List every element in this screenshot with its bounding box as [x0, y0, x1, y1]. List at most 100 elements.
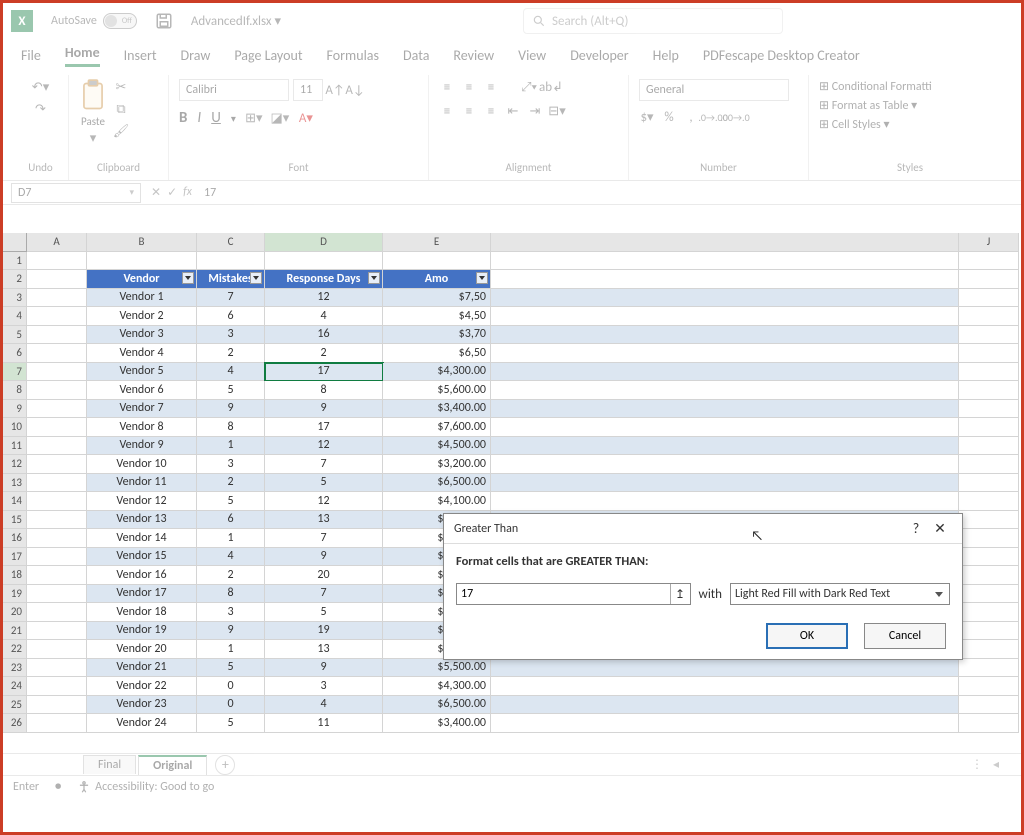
filter-icon[interactable] — [182, 272, 194, 284]
row-header[interactable]: 26 — [3, 714, 27, 733]
cell[interactable] — [27, 548, 87, 567]
filename[interactable]: AdvancedIf.xlsx ▾ — [191, 14, 281, 29]
help-icon[interactable]: ? — [904, 520, 928, 537]
cell[interactable] — [491, 381, 959, 400]
cell-mistakes[interactable]: 1 — [197, 529, 265, 548]
cell-vendor[interactable]: Vendor 24 — [87, 714, 197, 733]
sheet-tab-original[interactable]: Original — [138, 755, 207, 775]
redo-icon[interactable]: ↷ — [33, 101, 49, 117]
row-header[interactable]: 13 — [3, 474, 27, 493]
cell-response-days[interactable]: 4 — [265, 696, 383, 715]
cell-mistakes[interactable]: 3 — [197, 455, 265, 474]
cell-mistakes[interactable]: 7 — [197, 289, 265, 308]
cell[interactable] — [27, 270, 87, 289]
cell-vendor[interactable]: Vendor 22 — [87, 677, 197, 696]
cell[interactable] — [27, 659, 87, 678]
table-header-vendor[interactable]: Vendor — [87, 270, 197, 289]
cell-response-days[interactable]: 9 — [265, 548, 383, 567]
bold-button[interactable]: B — [179, 109, 187, 127]
paste-label[interactable]: Paste — [81, 115, 105, 128]
cell-response-days[interactable]: 19 — [265, 622, 383, 641]
orientation-icon[interactable]: ⤢▾ — [521, 79, 537, 95]
cell[interactable] — [491, 492, 959, 511]
cell[interactable] — [959, 326, 1019, 345]
align-bottom-icon[interactable]: ≡ — [483, 79, 499, 95]
cell[interactable] — [959, 344, 1019, 363]
cell[interactable] — [27, 474, 87, 493]
cell-vendor[interactable]: Vendor 15 — [87, 548, 197, 567]
tab-draw[interactable]: Draw — [181, 47, 211, 64]
cell[interactable] — [959, 714, 1019, 733]
add-sheet-button[interactable]: + — [215, 755, 235, 775]
threshold-input[interactable] — [456, 583, 691, 605]
table-header-amount[interactable]: Amo — [383, 270, 491, 289]
cell[interactable] — [959, 566, 1019, 585]
font-color-icon[interactable]: A▾ — [298, 110, 314, 126]
cell-mistakes[interactable]: 6 — [197, 307, 265, 326]
filter-icon[interactable] — [368, 272, 380, 284]
table-header-mistakes[interactable]: Mistakes — [197, 270, 265, 289]
chevron-down-icon[interactable]: ▾ — [85, 130, 101, 146]
row-header[interactable]: 15 — [3, 511, 27, 530]
cell-amount[interactable]: $6,500.00 — [383, 474, 491, 493]
row-header[interactable]: 8 — [3, 381, 27, 400]
cell-vendor[interactable]: Vendor 12 — [87, 492, 197, 511]
cell[interactable] — [959, 400, 1019, 419]
cell-amount[interactable]: $6,500.00 — [383, 696, 491, 715]
column-header[interactable]: A — [27, 233, 87, 252]
tab-view[interactable]: View — [518, 47, 546, 64]
cell-amount[interactable]: $5,600.00 — [383, 381, 491, 400]
cell[interactable] — [959, 381, 1019, 400]
cell-mistakes[interactable]: 8 — [197, 418, 265, 437]
cell-vendor[interactable]: Vendor 14 — [87, 529, 197, 548]
row-header[interactable]: 7 — [3, 363, 27, 382]
cell-vendor[interactable]: Vendor 3 — [87, 326, 197, 345]
cell[interactable] — [491, 270, 959, 289]
cell[interactable] — [959, 437, 1019, 456]
cell[interactable] — [959, 622, 1019, 641]
row-header[interactable]: 16 — [3, 529, 27, 548]
sheet-tab-final[interactable]: Final — [83, 755, 136, 774]
tab-pdfescape-desktop-creator[interactable]: PDFescape Desktop Creator — [703, 47, 860, 64]
cell[interactable] — [27, 622, 87, 641]
cell-vendor[interactable]: Vendor 1 — [87, 289, 197, 308]
cell[interactable] — [959, 511, 1019, 530]
cell-vendor[interactable]: Vendor 4 — [87, 344, 197, 363]
cell-mistakes[interactable]: 1 — [197, 640, 265, 659]
cell-response-days[interactable] — [265, 252, 383, 271]
cell-response-days[interactable]: 4 — [265, 307, 383, 326]
cell[interactable] — [959, 603, 1019, 622]
cell-mistakes[interactable]: 9 — [197, 622, 265, 641]
cell-mistakes[interactable]: 4 — [197, 548, 265, 567]
column-header[interactable]: C — [197, 233, 265, 252]
align-left-icon[interactable]: ≡ — [439, 103, 455, 119]
fx-icon[interactable]: fx — [183, 185, 192, 200]
decrease-decimal-icon[interactable]: .00→.0 — [727, 109, 743, 125]
scroll-left-icon[interactable]: ⋮ — [971, 757, 983, 772]
cell-amount[interactable]: $7,50 — [383, 289, 491, 308]
autosave-toggle[interactable]: Off — [103, 13, 137, 29]
cell-response-days[interactable]: 12 — [265, 437, 383, 456]
cell-vendor[interactable]: Vendor 11 — [87, 474, 197, 493]
cell[interactable] — [959, 289, 1019, 308]
cell-response-days[interactable]: 2 — [265, 344, 383, 363]
row-header[interactable]: 19 — [3, 585, 27, 604]
clipboard-icon[interactable] — [79, 79, 107, 113]
cell-amount[interactable] — [383, 252, 491, 271]
cell[interactable] — [491, 344, 959, 363]
row-header[interactable]: 18 — [3, 566, 27, 585]
name-box[interactable]: D7▾ — [11, 183, 141, 203]
cell-response-days[interactable]: 16 — [265, 326, 383, 345]
column-header[interactable] — [491, 233, 959, 252]
align-middle-icon[interactable]: ≡ — [461, 79, 477, 95]
accounting-icon[interactable]: $▾ — [639, 109, 655, 125]
cell-mistakes[interactable]: 3 — [197, 603, 265, 622]
tab-developer[interactable]: Developer — [570, 47, 628, 64]
cell-vendor[interactable]: Vendor 5 — [87, 363, 197, 382]
cell-mistakes[interactable]: 5 — [197, 381, 265, 400]
tab-page-layout[interactable]: Page Layout — [234, 47, 302, 64]
select-all-corner[interactable] — [3, 233, 27, 252]
format-as-table-button[interactable]: ⊞ Format as Table ▾ — [819, 98, 1001, 113]
column-header[interactable]: B — [87, 233, 197, 252]
cell[interactable] — [959, 677, 1019, 696]
